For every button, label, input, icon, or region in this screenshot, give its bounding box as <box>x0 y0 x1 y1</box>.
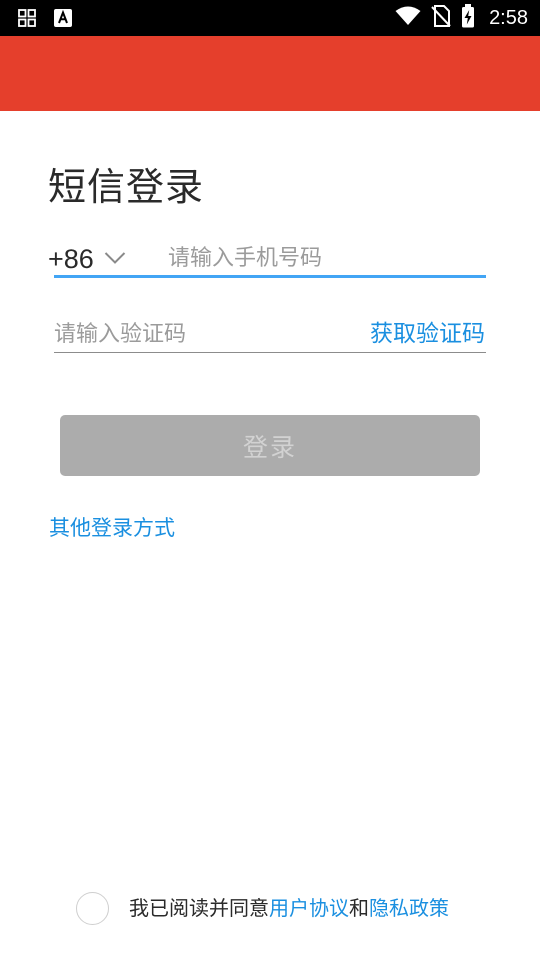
other-login-link[interactable]: 其他登录方式 <box>49 513 175 543</box>
agreement-conjunction: 和 <box>349 896 369 920</box>
battery-charging-icon <box>461 4 475 32</box>
wifi-icon <box>395 6 421 30</box>
status-icons: 2:58 <box>395 0 528 36</box>
phone-input[interactable] <box>168 240 484 276</box>
status-bar: 2:58 <box>0 0 540 36</box>
code-input-underline <box>54 352 486 353</box>
status-time: 2:58 <box>489 7 528 29</box>
grid-icon <box>18 9 36 31</box>
chevron-down-icon <box>104 250 126 269</box>
page-title: 短信登录 <box>48 165 205 209</box>
app-bar <box>0 36 540 111</box>
agreement-checkbox[interactable] <box>76 891 109 925</box>
no-sim-icon <box>431 5 451 31</box>
verification-code-input[interactable] <box>54 316 344 352</box>
country-code-selector[interactable]: +86 <box>48 240 126 278</box>
agreement-text: 我已阅读并同意用户协议和隐私政策 <box>129 891 449 925</box>
login-button[interactable]: 登录 <box>60 415 480 476</box>
login-screen: 2:58 短信登录 +86 获取验证码 登录 其他登录方式 我已阅读并同意用户协… <box>0 0 540 960</box>
phone-input-underline <box>54 275 486 278</box>
agreement-row: 我已阅读并同意用户协议和隐私政策 <box>76 891 449 925</box>
get-code-button[interactable]: 获取验证码 <box>370 316 485 352</box>
user-agreement-link[interactable]: 用户协议 <box>269 896 349 920</box>
agreement-prefix: 我已阅读并同意 <box>129 896 269 920</box>
font-a-icon <box>54 9 72 31</box>
country-code-label: +86 <box>48 244 94 274</box>
privacy-policy-link[interactable]: 隐私政策 <box>369 896 449 920</box>
